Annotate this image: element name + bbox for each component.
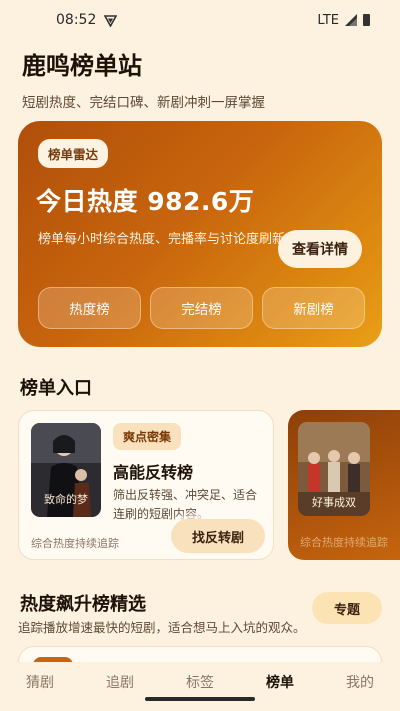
tab-new-chart[interactable]: 新剧榜 xyxy=(262,287,365,329)
view-details-button[interactable]: 查看详情 xyxy=(278,230,362,268)
tab-finished-chart[interactable]: 完结榜 xyxy=(150,287,253,329)
topic-button[interactable]: 专题 xyxy=(312,592,382,624)
network-label: LTE xyxy=(317,12,339,28)
rising-section-description: 追踪播放增速最快的短剧，适合想马上入坑的观众。 xyxy=(18,620,306,635)
card-title: 高能反转榜 xyxy=(113,463,194,482)
page-header: 鹿鸣榜单站 短剧热度、完结口碑、新剧冲刺一屏掌握 xyxy=(22,46,265,111)
nav-charts[interactable]: 榜单 xyxy=(240,672,320,692)
bottom-nav: 猜剧 追剧 标签 榜单 我的 xyxy=(0,662,400,711)
drama-poster: 致命的梦 xyxy=(31,423,101,517)
nav-tags[interactable]: 标签 xyxy=(160,672,240,692)
drama-poster-2: 好事成双 xyxy=(298,422,370,516)
tab-hot-chart[interactable]: 热度榜 xyxy=(38,287,141,329)
find-twist-drama-button[interactable]: 找反转剧 xyxy=(171,519,265,553)
card-tag: 爽点密集 xyxy=(113,423,182,450)
svg-text:致命的梦: 致命的梦 xyxy=(44,492,88,506)
app-subtitle: 短剧热度、完结口碑、新剧冲刺一屏掌握 xyxy=(22,95,265,111)
nav-profile[interactable]: 我的 xyxy=(320,672,400,692)
vpn-shield-icon xyxy=(104,14,118,27)
nav-guess-drama[interactable]: 猜剧 xyxy=(0,672,80,692)
card-footer-2: 综合热度持续追踪 xyxy=(300,536,388,549)
status-time: 08:52 xyxy=(56,12,97,28)
hero-card: 榜单雷达 今日热度 982.6万 榜单每小时综合热度、完播率与讨论度刷新 查看详… xyxy=(18,121,382,347)
hero-badge: 榜单雷达 xyxy=(38,139,109,168)
rising-section-title: 热度飙升榜精选 xyxy=(20,594,146,615)
signal-icon xyxy=(345,14,357,26)
card-footer: 综合热度持续追踪 xyxy=(31,537,119,550)
svg-text:好事成双: 好事成双 xyxy=(312,495,356,509)
battery-icon xyxy=(363,14,370,26)
home-indicator[interactable] xyxy=(145,697,255,701)
hero-tabs: 热度榜 完结榜 新剧榜 xyxy=(38,287,365,329)
hero-title: 今日热度 982.6万 xyxy=(36,187,255,216)
app-title: 鹿鸣榜单站 xyxy=(22,52,142,80)
hero-description: 榜单每小时综合热度、完播率与讨论度刷新 xyxy=(38,232,286,247)
nav-following[interactable]: 追剧 xyxy=(80,672,160,692)
chart-entry-card[interactable]: 致命的梦 爽点密集 高能反转榜 筛出反转强、冲突足、适合连刷的短剧内容。 综合热… xyxy=(18,410,274,560)
chart-entry-card-2[interactable]: 好事成双 综合热度持续追踪 xyxy=(288,410,400,560)
status-bar: 08:52 LTE xyxy=(0,0,400,40)
entry-section-title: 榜单入口 xyxy=(20,378,92,399)
